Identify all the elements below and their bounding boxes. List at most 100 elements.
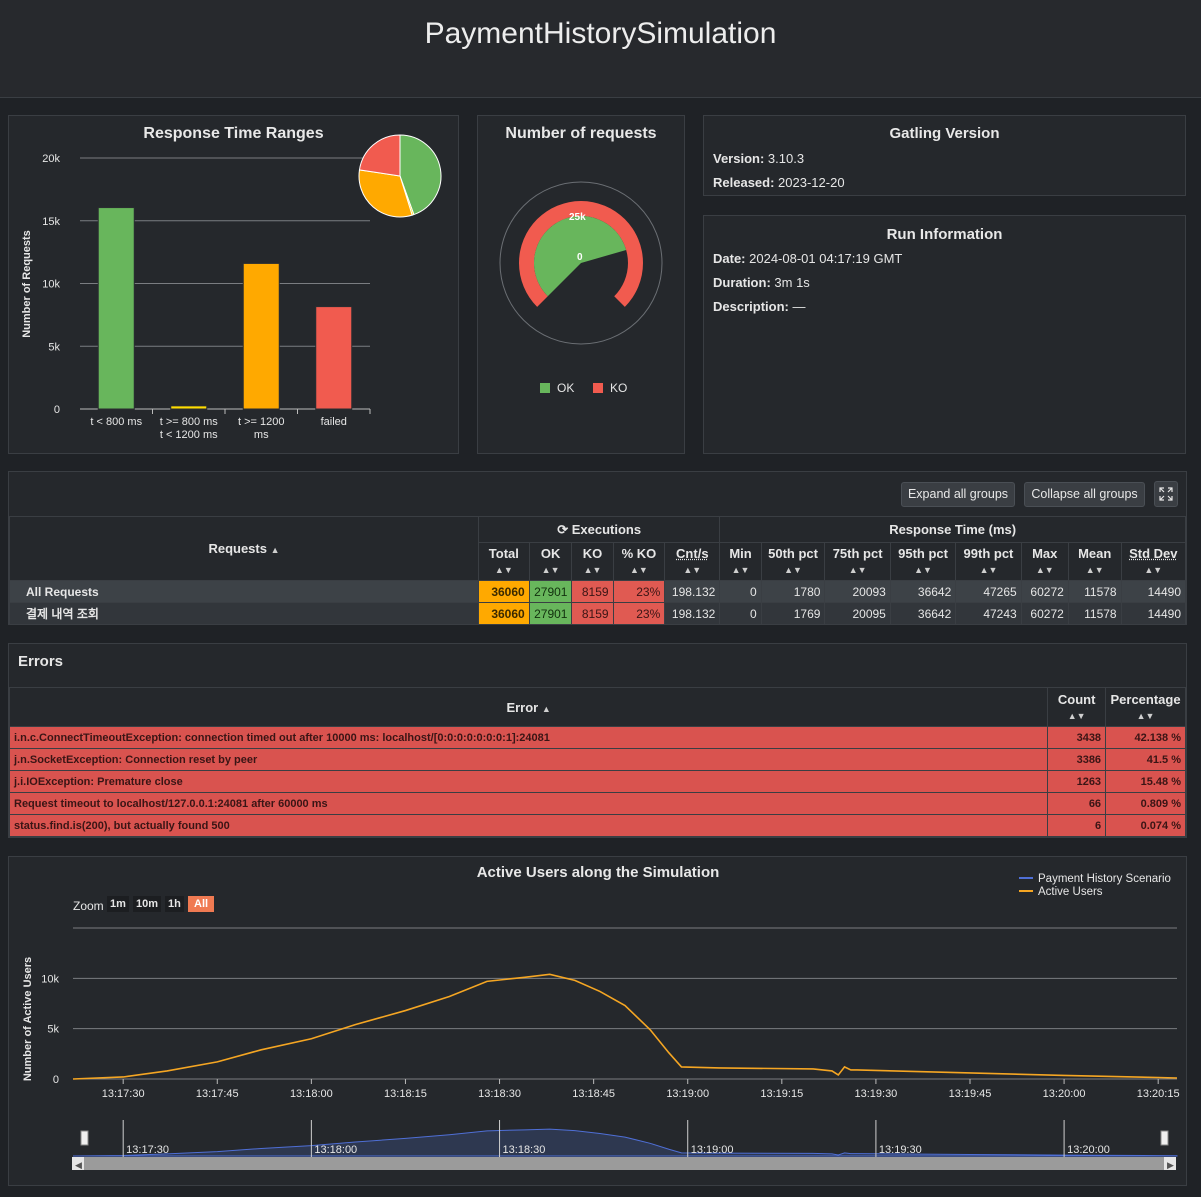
error-pct-cell: 0.809 %	[1105, 792, 1186, 815]
column-header-13[interactable]: Std Dev ▲▼	[1120, 542, 1187, 581]
y-tick-label: 15k	[42, 216, 60, 228]
response-time-header: Response Time (ms)	[719, 516, 1186, 543]
zoom-1h-button[interactable]: 1h	[165, 896, 184, 912]
column-header-9[interactable]: 95th pct ▲▼	[889, 542, 957, 581]
error-count-cell: 6	[1047, 814, 1107, 837]
x-tick-label: 13:18:00	[290, 1088, 333, 1100]
x-tick-label: ms	[254, 429, 269, 441]
active-users-chart: Active Users along the Simulation Paymen…	[22, 864, 1180, 1170]
page-title: PaymentHistorySimulation	[424, 17, 777, 50]
y-tick-label: 10k	[42, 279, 60, 291]
navigator-right-handle[interactable]	[1160, 1130, 1169, 1146]
x-tick-label: 13:19:15	[760, 1088, 803, 1100]
error-column-header[interactable]: Error ▲	[8, 687, 1049, 727]
navigator-tick-label: 13:19:30	[879, 1144, 922, 1156]
error-count-cell: 1263	[1047, 770, 1107, 793]
stat-cell: 14490	[1120, 602, 1187, 625]
fullscreen-icon[interactable]	[1154, 481, 1178, 507]
x-tick-label: t >= 800 ms	[160, 416, 219, 428]
x-tick-label: failed	[321, 416, 347, 428]
errors-title: Errors	[18, 653, 64, 670]
y-tick-label: 0	[53, 1074, 59, 1086]
legend-ok-label: OK	[557, 381, 574, 395]
column-header-2[interactable]: OK ▲▼	[528, 542, 573, 581]
error-row: Request timeout to localhost/127.0.0.1:2…	[8, 792, 1186, 815]
x-tick-label: 13:19:30	[854, 1088, 897, 1100]
response-time-ranges-panel: Response Time Ranges 0 5k 10k 15k 20k Number …	[8, 115, 459, 454]
legend-ko-swatch	[593, 383, 603, 393]
run-information-panel: Run Information Date: 2024-08-01 04:17:1…	[703, 215, 1186, 454]
x-tick-label: t < 1200 ms	[160, 429, 218, 441]
count-column-header[interactable]: Count ▲▼	[1047, 687, 1107, 727]
error-count-cell: 3386	[1047, 748, 1107, 771]
stat-cell: 20095	[824, 602, 891, 625]
column-header-11[interactable]: Max ▲▼	[1020, 542, 1069, 581]
response-time-chart: 0 5k 10k 15k 20k Number of Requests t < 800 ms…	[21, 134, 442, 441]
collapse-all-groups-button[interactable]: Collapse all groups	[1024, 482, 1145, 507]
stat-cell: 11578	[1067, 602, 1122, 625]
zoom-1m-button[interactable]: 1m	[107, 896, 129, 912]
stat-cell: 23%	[612, 602, 666, 625]
pie-slice-4[interactable]	[358, 134, 401, 177]
bar-3[interactable]	[242, 262, 280, 410]
bar-2[interactable]	[170, 405, 208, 410]
column-header-6[interactable]: Min ▲▼	[719, 542, 762, 581]
errors-table: Error ▲ Count ▲▼ Percentage ▲▼ i.n.c.Conne…	[8, 687, 1186, 837]
stat-cell: 60272	[1020, 580, 1069, 603]
x-tick-label: t < 800 ms	[90, 416, 142, 428]
legend-scenario-label[interactable]: Payment History Scenario	[1038, 873, 1171, 885]
requests-header[interactable]: Requests ▲	[9, 516, 479, 581]
x-tick-label: t >= 1200	[238, 416, 285, 428]
bar-4[interactable]	[315, 306, 353, 410]
request-name[interactable]: 결제 내역 조회	[9, 602, 479, 625]
stat-cell: 8159	[571, 580, 614, 603]
column-header-8[interactable]: 75th pct ▲▼	[824, 542, 891, 581]
navigator-tick-label: 13:18:00	[314, 1144, 357, 1156]
zoom-10m-button[interactable]: 10m	[133, 896, 162, 912]
stats-row[interactable]: All Requests 36060 27901 8159 23% 198.132 0 178…	[9, 580, 1187, 603]
stat-cell: 11578	[1067, 580, 1122, 603]
y-tick-label: 0	[54, 404, 60, 416]
error-pct-cell: 42.138 %	[1105, 726, 1186, 749]
duration-value: 3m 1s	[774, 275, 810, 290]
error-count-cell: 66	[1047, 792, 1107, 815]
expand-all-groups-button[interactable]: Expand all groups	[901, 482, 1015, 507]
x-tick-label: 13:18:30	[478, 1088, 521, 1100]
error-error-cell: j.n.SocketException: Connection reset by…	[8, 748, 1049, 771]
stats-row[interactable]: 결제 내역 조회 36060 27901 8159 23% 198.132 0 1769 200…	[9, 602, 1187, 625]
run-information-title: Run Information	[886, 226, 1003, 243]
refresh-icon: ⟳	[557, 521, 569, 537]
column-header-7[interactable]: 50th pct ▲▼	[760, 542, 826, 581]
column-header-12[interactable]: Mean ▲▼	[1067, 542, 1122, 581]
active-users-title: Active Users along the Simulation	[477, 864, 720, 881]
navigator-left-handle[interactable]	[80, 1130, 89, 1146]
stat-cell: 198.132	[664, 602, 721, 625]
stat-cell: 23%	[612, 580, 666, 603]
navigator-tick-label: 13:18:30	[503, 1144, 546, 1156]
error-pct-cell: 0.074 %	[1105, 814, 1186, 837]
request-name[interactable]: All Requests	[9, 580, 479, 603]
stat-cell: 8159	[571, 602, 614, 625]
stat-cell: 198.132	[664, 580, 721, 603]
zoom-all-button[interactable]: All	[188, 896, 215, 912]
legend-ok-swatch	[540, 383, 550, 393]
active-users-series-line	[72, 973, 1178, 1080]
error-error-cell: j.i.IOException: Premature close	[8, 770, 1049, 793]
column-header-5[interactable]: Cnt/s ▲▼	[664, 542, 721, 581]
stat-cell: 0	[719, 602, 762, 625]
bar-1[interactable]	[97, 207, 135, 410]
date-row: Date: 2024-08-01 04:17:19 GMT	[713, 251, 903, 266]
column-header-1[interactable]: Total ▲▼	[478, 542, 530, 581]
column-header-10[interactable]: 99th pct ▲▼	[955, 542, 1022, 581]
stat-cell: 36642	[889, 580, 957, 603]
stat-cell: 36642	[889, 602, 957, 625]
duration-row: Duration: 3m 1s	[713, 275, 810, 290]
percentage-column-header[interactable]: Percentage ▲▼	[1105, 687, 1186, 727]
column-header-4[interactable]: % KO ▲▼	[612, 542, 666, 581]
column-header-3[interactable]: KO ▲▼	[571, 542, 614, 581]
description-value: —	[792, 299, 806, 314]
released-row: Released: 2023-12-20	[713, 175, 845, 190]
error-count-cell: 3438	[1047, 726, 1107, 749]
legend-active-users-label[interactable]: Active Users	[1038, 886, 1103, 898]
navigator-scrollbar[interactable]	[72, 1157, 1176, 1170]
